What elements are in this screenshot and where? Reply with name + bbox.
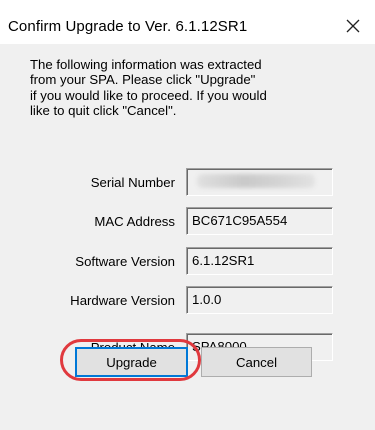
hardware-version-label: Hardware Version [70, 293, 175, 308]
redacted-value [197, 174, 315, 188]
mac-address-value: BC671C95A554 [192, 213, 288, 228]
message-line: The following information was extracted [30, 57, 262, 72]
dialog-title: Confirm Upgrade to Ver. 6.1.12SR1 [8, 18, 248, 35]
mac-address-label: MAC Address [94, 214, 175, 229]
hardware-version-value: 1.0.0 [192, 292, 222, 307]
message-line: like to quit click "Cancel". [30, 102, 177, 118]
message-line: if you would like to proceed. If you wou… [30, 87, 267, 103]
info-message: The following information was extracted … [30, 57, 330, 118]
software-version-label: Software Version [75, 254, 175, 269]
cancel-button[interactable]: Cancel [201, 347, 312, 377]
close-button[interactable] [331, 8, 375, 44]
mac-address-field: BC671C95A554 [186, 207, 333, 235]
title-bar: Confirm Upgrade to Ver. 6.1.12SR1 [0, 0, 375, 44]
software-version-field: 6.1.12SR1 [186, 247, 333, 275]
serial-number-label: Serial Number [90, 175, 175, 190]
hardware-version-field: 1.0.0 [186, 286, 333, 314]
message-line: from your SPA. Please click "Upgrade" [30, 72, 256, 88]
serial-number-field [186, 168, 333, 196]
upgrade-button[interactable]: Upgrade [75, 347, 188, 377]
software-version-value: 6.1.12SR1 [192, 253, 255, 268]
close-icon [346, 19, 360, 33]
